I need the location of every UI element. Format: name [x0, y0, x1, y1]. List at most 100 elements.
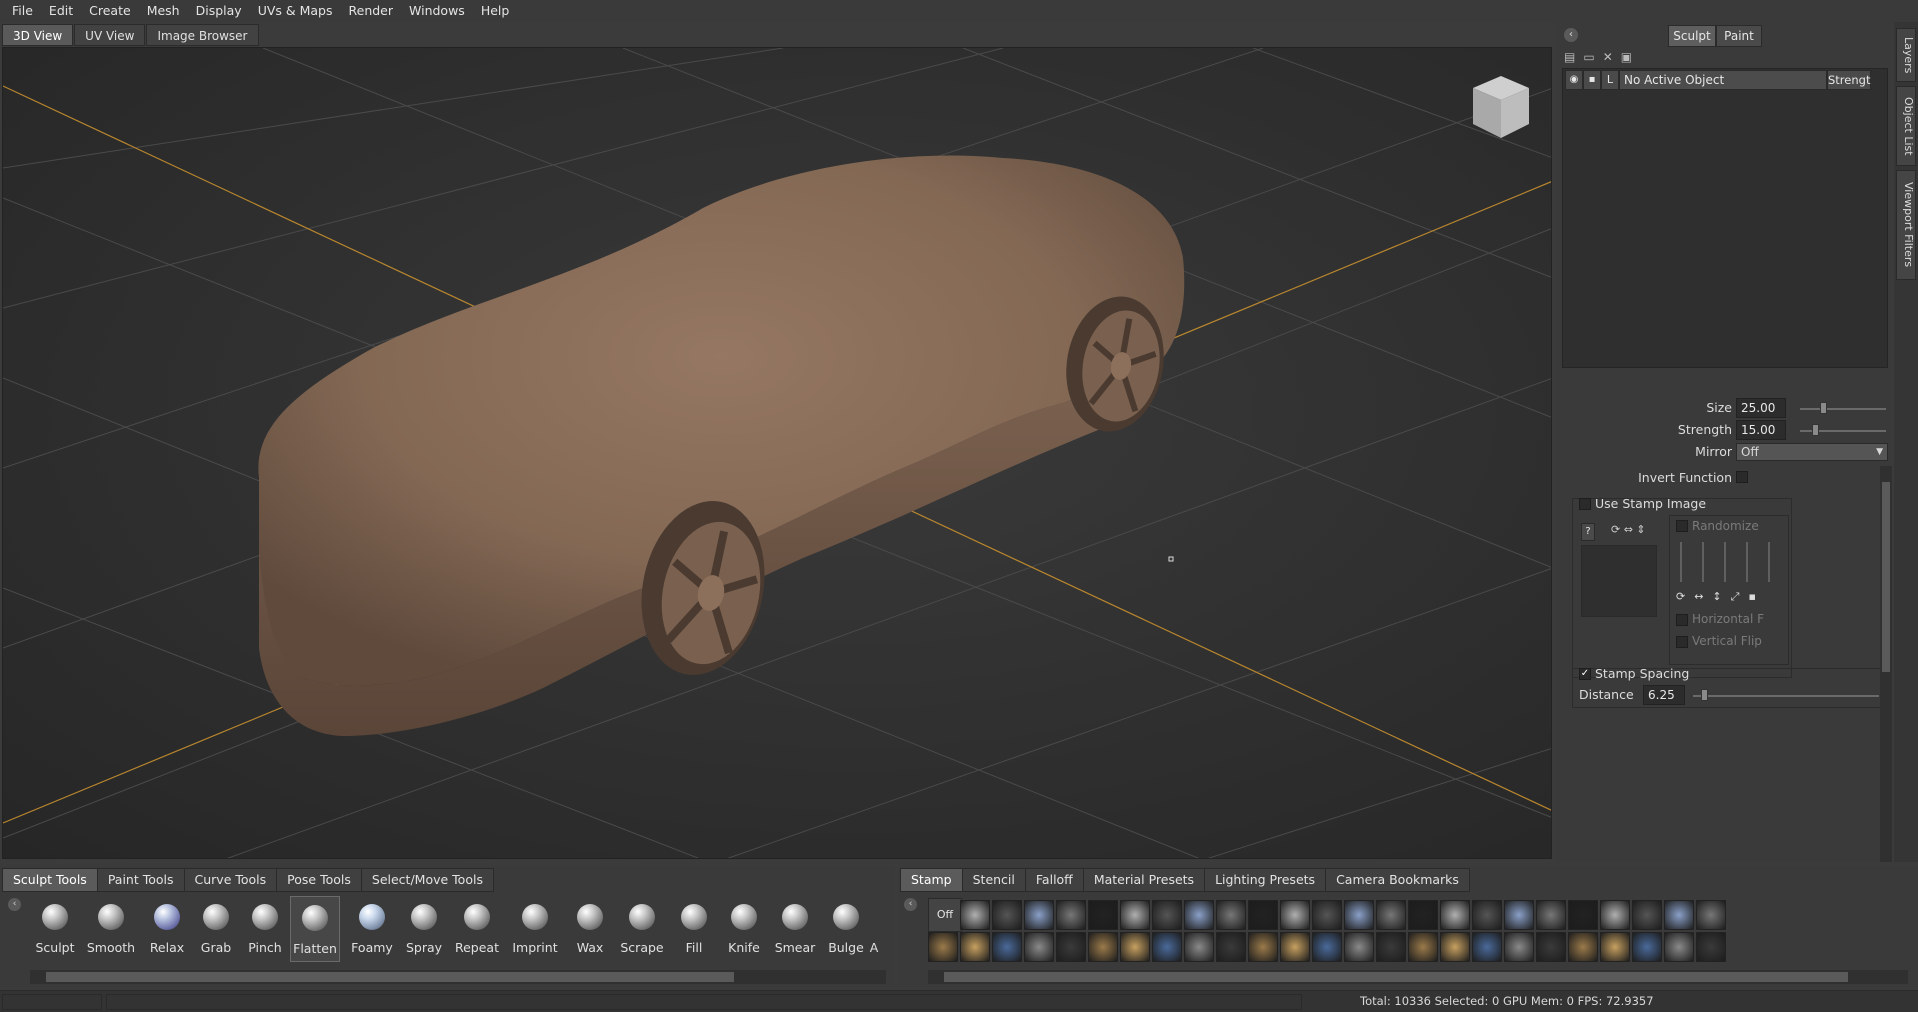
tab-curve-tools[interactable]: Curve Tools: [183, 868, 278, 892]
tab-paint-tools[interactable]: Paint Tools: [96, 868, 185, 892]
tool-a[interactable]: A: [862, 896, 886, 962]
stamp-thumbnail[interactable]: [1536, 932, 1566, 962]
stamp-thumbnail[interactable]: [1344, 932, 1374, 962]
stamp-off-button[interactable]: Off: [928, 898, 962, 932]
tool-grab[interactable]: Grab: [191, 896, 241, 962]
tab-material-presets[interactable]: Material Presets: [1082, 868, 1206, 892]
stamp-thumbnail[interactable]: [1472, 900, 1502, 930]
stamp-thumbnail[interactable]: [960, 932, 990, 962]
new-layer-icon[interactable]: ▤: [1564, 50, 1575, 64]
stamp-thumbnail[interactable]: [1376, 900, 1406, 930]
tab-lighting-presets[interactable]: Lighting Presets: [1204, 868, 1327, 892]
tool-knife[interactable]: Knife: [719, 896, 769, 962]
tool-repeat[interactable]: Repeat: [452, 896, 502, 962]
tab-select-move-tools[interactable]: Select/Move Tools: [360, 868, 494, 892]
visibility-eye-icon[interactable]: ◉: [1565, 70, 1583, 90]
stamp-thumbnail[interactable]: [928, 932, 958, 962]
stamp-thumbnail[interactable]: [1568, 900, 1598, 930]
folder-icon[interactable]: ▭: [1583, 50, 1594, 64]
tool-relax[interactable]: Relax: [142, 896, 192, 962]
stamp-thumbnail[interactable]: [1408, 900, 1438, 930]
stamp-thumbnail[interactable]: [1024, 900, 1054, 930]
stamp-thumbnail[interactable]: [1568, 932, 1598, 962]
stamp-transform-icons[interactable]: ⟳ ⇔ ⇕: [1611, 523, 1646, 536]
tool-fill[interactable]: Fill: [669, 896, 719, 962]
stamp-help-button[interactable]: ?: [1581, 523, 1595, 541]
tab-object-list[interactable]: Object List: [1896, 86, 1916, 166]
vertical-flip-checkbox[interactable]: [1676, 636, 1688, 648]
horizontal-flip-checkbox[interactable]: [1676, 614, 1688, 626]
stamp-thumbnail[interactable]: [1664, 932, 1694, 962]
stamp-thumbnail[interactable]: [1440, 932, 1470, 962]
tab-3d-view[interactable]: 3D View: [2, 24, 74, 46]
tool-wax[interactable]: Wax: [565, 896, 615, 962]
properties-scrollbar[interactable]: [1880, 466, 1892, 862]
distance-field[interactable]: 6.25: [1643, 685, 1685, 705]
stamp-thumbnail[interactable]: [1664, 900, 1694, 930]
panel-collapse-icon[interactable]: ‹: [1564, 28, 1578, 42]
tool-smear[interactable]: Smear: [770, 896, 820, 962]
menu-display[interactable]: Display: [188, 0, 250, 22]
layer-row[interactable]: ◉ ▪ L No Active Object Strengt: [1565, 70, 1885, 90]
menu-uvs-maps[interactable]: UVs & Maps: [250, 0, 341, 22]
tool-foamy[interactable]: Foamy: [347, 896, 397, 962]
stamp-thumbnail[interactable]: [960, 900, 990, 930]
stamp-thumbnail[interactable]: [1600, 900, 1630, 930]
tool-sculpt[interactable]: Sculpt: [30, 896, 80, 962]
stamp-thumbnail[interactable]: [1184, 932, 1214, 962]
tool-spray[interactable]: Spray: [399, 896, 449, 962]
stamp-thumbnail[interactable]: [1536, 900, 1566, 930]
randomize-sliders[interactable]: [1676, 542, 1784, 586]
stamp-thumbnail[interactable]: [1504, 900, 1534, 930]
tool-imprint[interactable]: Imprint: [510, 896, 560, 962]
stamp-thumbnail[interactable]: [1088, 932, 1118, 962]
stamp-spacing-checkbox[interactable]: ✓: [1579, 668, 1591, 680]
distance-slider-track[interactable]: [1693, 695, 1879, 697]
stamp-thumbnail[interactable]: [1248, 932, 1278, 962]
stamp-thumbnail[interactable]: [1120, 932, 1150, 962]
tool-scrape[interactable]: Scrape: [617, 896, 667, 962]
size-slider-track[interactable]: [1800, 408, 1886, 410]
stamp-thumbnail[interactable]: [1632, 932, 1662, 962]
stamp-thumbnail[interactable]: [1056, 932, 1086, 962]
menu-edit[interactable]: Edit: [41, 0, 81, 22]
tool-shelf-scrollbar[interactable]: [30, 970, 886, 984]
tab-paint-mode[interactable]: Paint: [1716, 25, 1762, 47]
stamp-shelf-scrollbar[interactable]: [928, 970, 1908, 984]
stamp-shelf-scroll-thumb[interactable]: [944, 972, 1848, 982]
menu-file[interactable]: File: [4, 0, 41, 22]
shelf-collapse-icon[interactable]: ‹: [8, 898, 21, 911]
randomize-checkbox[interactable]: [1676, 520, 1688, 532]
stamp-thumbnail[interactable]: [1472, 932, 1502, 962]
stamp-thumbnail[interactable]: [1632, 900, 1662, 930]
strength-slider-knob[interactable]: [1812, 424, 1819, 436]
menu-windows[interactable]: Windows: [401, 0, 473, 22]
stamp-collapse-icon[interactable]: ‹: [904, 898, 917, 911]
stamp-thumbnail[interactable]: [1216, 900, 1246, 930]
tool-pinch[interactable]: Pinch: [240, 896, 290, 962]
stamp-thumbnail[interactable]: [1280, 900, 1310, 930]
stamp-thumbnail[interactable]: [1344, 900, 1374, 930]
stamp-thumbnail[interactable]: [1152, 900, 1182, 930]
stamp-thumbnail[interactable]: [1504, 932, 1534, 962]
stamp-thumbnail[interactable]: [992, 900, 1022, 930]
size-slider-knob[interactable]: [1820, 402, 1827, 414]
stamp-thumbnail[interactable]: [1184, 900, 1214, 930]
stamp-thumbnail[interactable]: [1312, 932, 1342, 962]
tab-image-browser[interactable]: Image Browser: [146, 24, 259, 46]
merge-icon[interactable]: ▣: [1621, 50, 1632, 64]
stamp-preview[interactable]: [1581, 545, 1657, 617]
stamp-thumbnail[interactable]: [1408, 932, 1438, 962]
stamp-thumbnail[interactable]: [1056, 900, 1086, 930]
stamp-thumbnail[interactable]: [1440, 900, 1470, 930]
use-stamp-checkbox[interactable]: [1579, 498, 1591, 510]
stamp-thumbnail[interactable]: [992, 932, 1022, 962]
tab-falloff[interactable]: Falloff: [1024, 868, 1084, 892]
stamp-thumbnail[interactable]: [1280, 932, 1310, 962]
tab-sculpt-mode[interactable]: Sculpt: [1668, 25, 1716, 47]
tab-stencil[interactable]: Stencil: [961, 868, 1026, 892]
tab-sculpt-tools[interactable]: Sculpt Tools: [2, 868, 98, 892]
menu-render[interactable]: Render: [341, 0, 402, 22]
layer-l-toggle[interactable]: L: [1601, 70, 1619, 90]
strength-field[interactable]: 15.00: [1736, 420, 1786, 440]
